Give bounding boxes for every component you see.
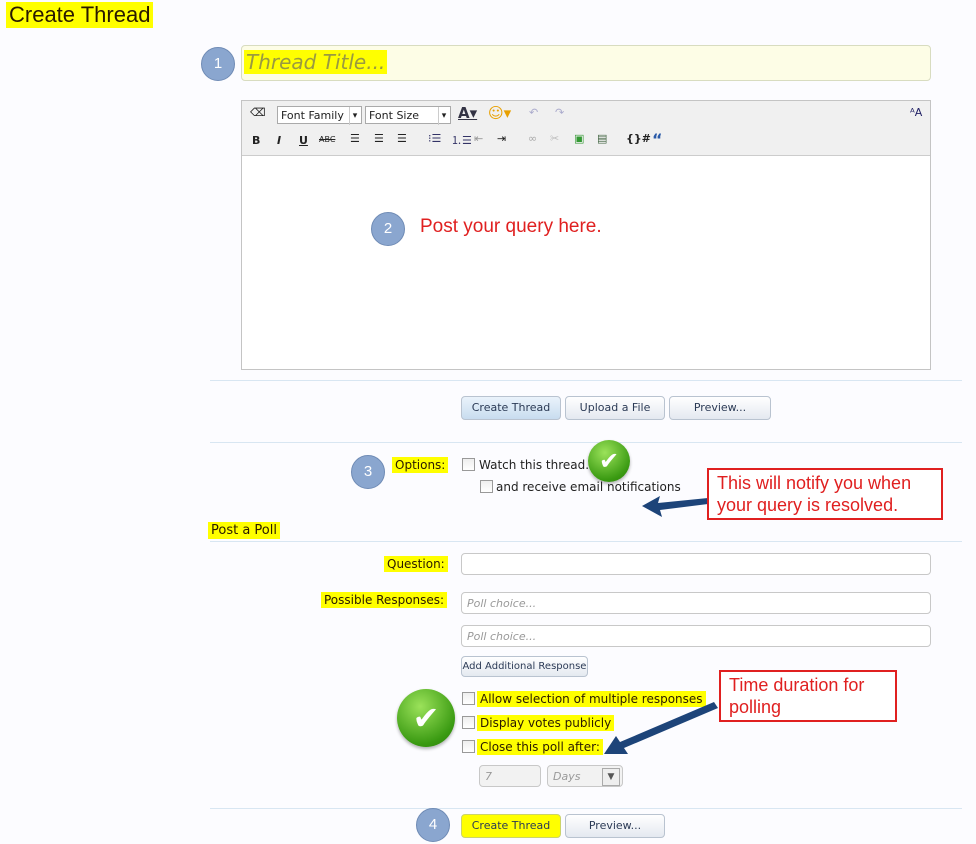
code-icon[interactable]: {}# bbox=[626, 132, 651, 145]
email-notifications-checkbox[interactable] bbox=[480, 480, 493, 493]
page-title: Create Thread bbox=[6, 2, 154, 28]
question-input[interactable] bbox=[461, 553, 931, 575]
watch-thread-label: Watch this thread. bbox=[479, 458, 590, 472]
question-label: Question: bbox=[384, 556, 448, 572]
arrow-icon bbox=[642, 496, 708, 517]
watch-thread-checkbox[interactable] bbox=[462, 458, 475, 471]
text-color-icon[interactable]: A▾ bbox=[458, 104, 477, 122]
font-size-select[interactable]: Font Size bbox=[365, 106, 451, 125]
create-thread-submit-button[interactable]: Create Thread bbox=[461, 814, 561, 838]
checkmark-icon: ✔ bbox=[397, 689, 455, 747]
editor-annotation: Post your query here. bbox=[420, 216, 602, 237]
display-votes-label: Display votes publicly bbox=[477, 715, 615, 731]
arrow-icon bbox=[604, 702, 718, 754]
close-poll-checkbox[interactable] bbox=[462, 740, 475, 753]
duration-unit-select[interactable]: Days ▼ bbox=[547, 765, 623, 787]
notify-callout: This will notify you when your query is … bbox=[707, 468, 943, 520]
divider bbox=[210, 808, 962, 809]
divider bbox=[210, 380, 962, 381]
italic-icon[interactable]: I bbox=[277, 134, 281, 147]
post-poll-heading: Post a Poll bbox=[208, 522, 280, 539]
step-badge-2: 2 bbox=[371, 212, 405, 246]
media-icon[interactable]: ▤ bbox=[597, 132, 607, 145]
editor-toolbar: ⌫ Font Family Font Size A▾ ☺▾ ↶ ↷ ᴬA B I… bbox=[242, 101, 930, 156]
upload-file-button[interactable]: Upload a File bbox=[565, 396, 665, 420]
options-label: Options: bbox=[392, 457, 449, 473]
bold-icon[interactable]: B bbox=[252, 134, 260, 147]
duration-value-input[interactable]: 7 bbox=[479, 765, 541, 787]
multiple-responses-checkbox[interactable] bbox=[462, 692, 475, 705]
strikethrough-icon[interactable]: ABC bbox=[319, 135, 335, 144]
link-icon[interactable]: ∞ bbox=[528, 132, 537, 145]
duration-unit-value: Days bbox=[553, 770, 581, 783]
numbered-list-icon[interactable]: ⒈☰ bbox=[451, 132, 472, 148]
display-votes-checkbox[interactable] bbox=[462, 716, 475, 729]
step-badge-3: 3 bbox=[351, 455, 385, 489]
duration-callout: Time duration for polling bbox=[719, 670, 897, 722]
font-family-select[interactable]: Font Family bbox=[277, 106, 362, 125]
poll-choice-input-1[interactable]: Poll choice... bbox=[461, 592, 931, 614]
step-badge-1: 1 bbox=[201, 47, 235, 81]
eraser-icon[interactable]: ⌫ bbox=[250, 106, 266, 119]
undo-icon[interactable]: ↶ bbox=[529, 106, 538, 119]
smiley-icon[interactable]: ☺▾ bbox=[488, 104, 511, 122]
align-right-icon[interactable]: ☰ bbox=[397, 132, 407, 145]
redo-icon[interactable]: ↷ bbox=[555, 106, 564, 119]
align-center-icon[interactable]: ☰ bbox=[374, 132, 384, 145]
preview-button[interactable]: Preview... bbox=[669, 396, 771, 420]
add-response-button[interactable]: Add Additional Response bbox=[461, 656, 588, 677]
indent-icon[interactable]: ⇥ bbox=[497, 132, 506, 145]
divider bbox=[210, 541, 962, 542]
divider bbox=[210, 442, 962, 443]
step-badge-4: 4 bbox=[416, 808, 450, 842]
quote-icon[interactable]: “ bbox=[652, 130, 663, 149]
chevron-down-icon[interactable]: ▼ bbox=[602, 768, 620, 786]
preview-submit-button[interactable]: Preview... bbox=[565, 814, 665, 838]
underline-icon[interactable]: U bbox=[299, 134, 308, 147]
font-size-toggle-icon[interactable]: ᴬA bbox=[910, 106, 922, 119]
create-thread-button[interactable]: Create Thread bbox=[461, 396, 561, 420]
image-icon[interactable]: ▣ bbox=[574, 132, 584, 145]
checkmark-icon: ✔ bbox=[588, 440, 630, 482]
close-poll-label: Close this poll after: bbox=[477, 739, 603, 755]
outdent-icon[interactable]: ⇤ bbox=[474, 132, 483, 145]
thread-title-input[interactable] bbox=[241, 45, 931, 81]
possible-responses-label: Possible Responses: bbox=[321, 592, 448, 608]
align-left-icon[interactable]: ☰ bbox=[350, 132, 360, 145]
poll-choice-input-2[interactable]: Poll choice... bbox=[461, 625, 931, 647]
unlink-icon[interactable]: ✂ bbox=[550, 132, 559, 145]
bullet-list-icon[interactable]: ⁝☰ bbox=[428, 132, 441, 145]
